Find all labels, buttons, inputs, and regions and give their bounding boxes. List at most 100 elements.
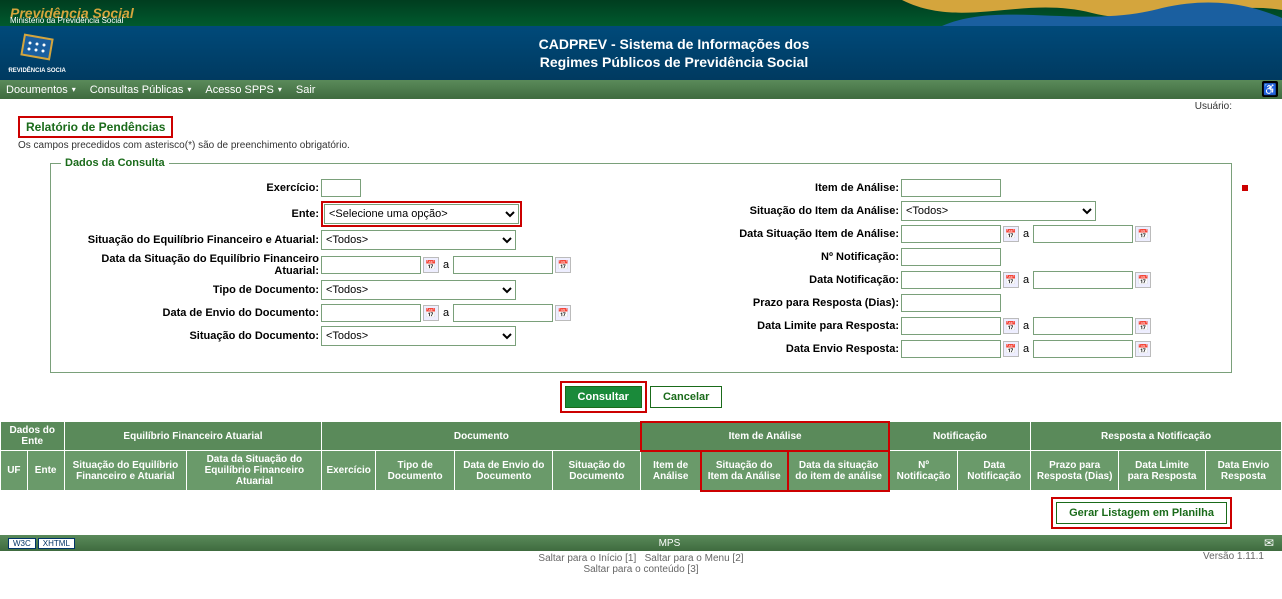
label-item-analise: Item de Análise: — [641, 182, 901, 194]
col-exercicio: Exercício — [322, 451, 375, 491]
calendar-icon[interactable]: 📅 — [1003, 226, 1019, 242]
calendar-icon[interactable]: 📅 — [555, 305, 571, 321]
skip-conteudo-link[interactable]: Saltar para o conteúdo [3] — [583, 564, 698, 575]
w3c-badge: W3C — [8, 538, 36, 549]
page-title: Relatório de Pendências — [18, 116, 173, 138]
data-sit-equilibrio-from-input[interactable] — [321, 256, 421, 274]
data-sit-equilibrio-to-input[interactable] — [453, 256, 553, 274]
usuario-label: Usuário: — [1195, 101, 1232, 112]
table-group-header-row: Dados do Ente Equilíbrio Financeiro Atua… — [1, 422, 1282, 451]
col-group-dados-ente: Dados do Ente — [1, 422, 65, 451]
num-notificacao-input[interactable] — [901, 248, 1001, 266]
data-notificacao-from-input[interactable] — [901, 271, 1001, 289]
cancelar-button[interactable]: Cancelar — [650, 386, 722, 408]
chevron-down-icon: ▾ — [187, 85, 191, 94]
data-sit-item-to-input[interactable] — [1033, 225, 1133, 243]
label-data-sit-equilibrio: Data da Situação do Equilíbrio Financeir… — [61, 253, 321, 277]
label-ente: Ente: — [61, 208, 321, 220]
col-data-limite: Data Limite para Resposta — [1119, 451, 1206, 491]
accessibility-icon[interactable]: ♿ — [1262, 81, 1278, 97]
col-tipo-doc: Tipo de Documento — [375, 451, 454, 491]
menu-consultas-publicas[interactable]: Consultas Públicas▾ — [90, 84, 192, 96]
label-sit-item-analise: Situação do Item da Análise: — [641, 205, 901, 217]
col-uf: UF — [1, 451, 28, 491]
data-envio-resposta-to-input[interactable] — [1033, 340, 1133, 358]
menu-acesso-spps[interactable]: Acesso SPPS▾ — [205, 84, 282, 96]
label-prazo-resposta: Prazo para Resposta (Dias): — [641, 297, 901, 309]
mail-icon[interactable]: ✉ — [1264, 536, 1274, 550]
chevron-down-icon: ▾ — [278, 85, 282, 94]
consultar-button[interactable]: Consultar — [565, 386, 642, 408]
label-data-limite-resposta: Data Limite para Resposta: — [641, 320, 901, 332]
footer-center-text: MPS — [75, 538, 1264, 549]
data-envio-resposta-from-input[interactable] — [901, 340, 1001, 358]
results-table: Dados do Ente Equilíbrio Financeiro Atua… — [0, 421, 1282, 491]
svg-text:PREVIDÊNCIA SOCIAL: PREVIDÊNCIA SOCIAL — [8, 66, 66, 74]
col-data-notif: Data Notificação — [958, 451, 1031, 491]
sit-equilibrio-select[interactable]: <Todos> — [321, 230, 516, 250]
fieldset-legend: Dados da Consulta — [61, 157, 169, 169]
previdencia-logo-icon: PREVIDÊNCIA SOCIAL — [8, 30, 66, 74]
col-group-notificacao: Notificação — [889, 422, 1030, 451]
calendar-icon[interactable]: 📅 — [1135, 341, 1151, 357]
tipo-documento-select[interactable]: <Todos> — [321, 280, 516, 300]
data-sit-item-from-input[interactable] — [901, 225, 1001, 243]
col-data-sit-equilibrio: Data da Situação do Equilíbrio Financeir… — [187, 451, 322, 491]
col-sit-item: Situação do Item da Análise — [701, 451, 788, 491]
calendar-icon[interactable]: 📅 — [555, 257, 571, 273]
col-data-envio-resp: Data Envio Resposta — [1205, 451, 1281, 491]
prazo-resposta-input[interactable] — [901, 294, 1001, 312]
gerar-listagem-planilha-button[interactable]: Gerar Listagem em Planilha — [1056, 502, 1227, 524]
col-item-analise: Item de Análise — [641, 451, 701, 491]
col-prazo: Prazo para Resposta (Dias) — [1031, 451, 1119, 491]
label-data-sit-item: Data Situação Item de Análise: — [641, 228, 901, 240]
calendar-icon[interactable]: 📅 — [1003, 341, 1019, 357]
label-sit-equilibrio: Situação do Equilíbrio Financeiro e Atua… — [61, 234, 321, 246]
exercicio-input[interactable] — [321, 179, 361, 197]
sit-documento-select[interactable]: <Todos> — [321, 326, 516, 346]
col-group-item-analise: Item de Análise — [641, 422, 890, 451]
menu-documentos[interactable]: Documentos▾ — [6, 84, 76, 96]
calendar-icon[interactable]: 📅 — [423, 305, 439, 321]
label-data-envio-resposta: Data Envio Resposta: — [641, 343, 901, 355]
data-limite-to-input[interactable] — [1033, 317, 1133, 335]
menu-sair[interactable]: Sair — [296, 84, 316, 96]
validation-badges: W3C XHTML — [8, 538, 75, 549]
calendar-icon[interactable]: 📅 — [1003, 272, 1019, 288]
decorative-swoosh-icon — [902, 0, 1282, 26]
calendar-icon[interactable]: 📅 — [423, 257, 439, 273]
logo-box: PREVIDÊNCIA SOCIAL — [8, 30, 66, 77]
label-exercicio: Exercício: — [61, 182, 321, 194]
item-analise-input[interactable] — [901, 179, 1001, 197]
data-envio-doc-to-input[interactable] — [453, 304, 553, 322]
col-data-sit-item: Data da situação do item de análise — [788, 451, 889, 491]
brand-subtitle: Ministério da Previdência Social — [10, 16, 123, 25]
label-tipo-documento: Tipo de Documento: — [61, 284, 321, 296]
calendar-icon[interactable]: 📅 — [1135, 272, 1151, 288]
xhtml-badge: XHTML — [38, 538, 75, 549]
label-data-envio-doc: Data de Envio do Documento: — [61, 307, 321, 319]
col-num-notif: Nº Notificação — [889, 451, 957, 491]
skip-menu-link[interactable]: Saltar para o Menu [2] — [645, 553, 744, 564]
ente-select[interactable]: <Selecione uma opção> — [324, 204, 519, 224]
app-banner: PREVIDÊNCIA SOCIAL CADPREV - Sistema de … — [0, 26, 1282, 80]
label-data-notificacao: Data Notificação: — [641, 274, 901, 286]
label-num-notificacao: Nº Notificação: — [641, 251, 901, 263]
data-envio-doc-from-input[interactable] — [321, 304, 421, 322]
footer-bar: W3C XHTML MPS ✉ — [0, 535, 1282, 551]
main-menubar: Documentos▾ Consultas Públicas▾ Acesso S… — [0, 80, 1282, 99]
dados-consulta-fieldset: Dados da Consulta Exercício: Ente: <Sele… — [50, 157, 1232, 373]
label-sit-documento: Situação do Documento: — [61, 330, 321, 342]
calendar-icon[interactable]: 📅 — [1135, 318, 1151, 334]
col-sit-doc: Situação do Documento — [553, 451, 641, 491]
gerar-planilha-highlight: Gerar Listagem em Planilha — [1051, 497, 1232, 529]
calendar-icon[interactable]: 📅 — [1135, 226, 1151, 242]
col-sit-equilibrio: Situação do Equilíbrio Financeiro e Atua… — [64, 451, 187, 491]
form-right-column: Item de Análise: Situação do Item da Aná… — [641, 175, 1221, 362]
col-data-envio-doc: Data de Envio do Documento — [455, 451, 553, 491]
data-notificacao-to-input[interactable] — [1033, 271, 1133, 289]
calendar-icon[interactable]: 📅 — [1003, 318, 1019, 334]
sit-item-analise-select[interactable]: <Todos> — [901, 201, 1096, 221]
skip-inicio-link[interactable]: Saltar para o Início [1] — [538, 553, 636, 564]
data-limite-from-input[interactable] — [901, 317, 1001, 335]
